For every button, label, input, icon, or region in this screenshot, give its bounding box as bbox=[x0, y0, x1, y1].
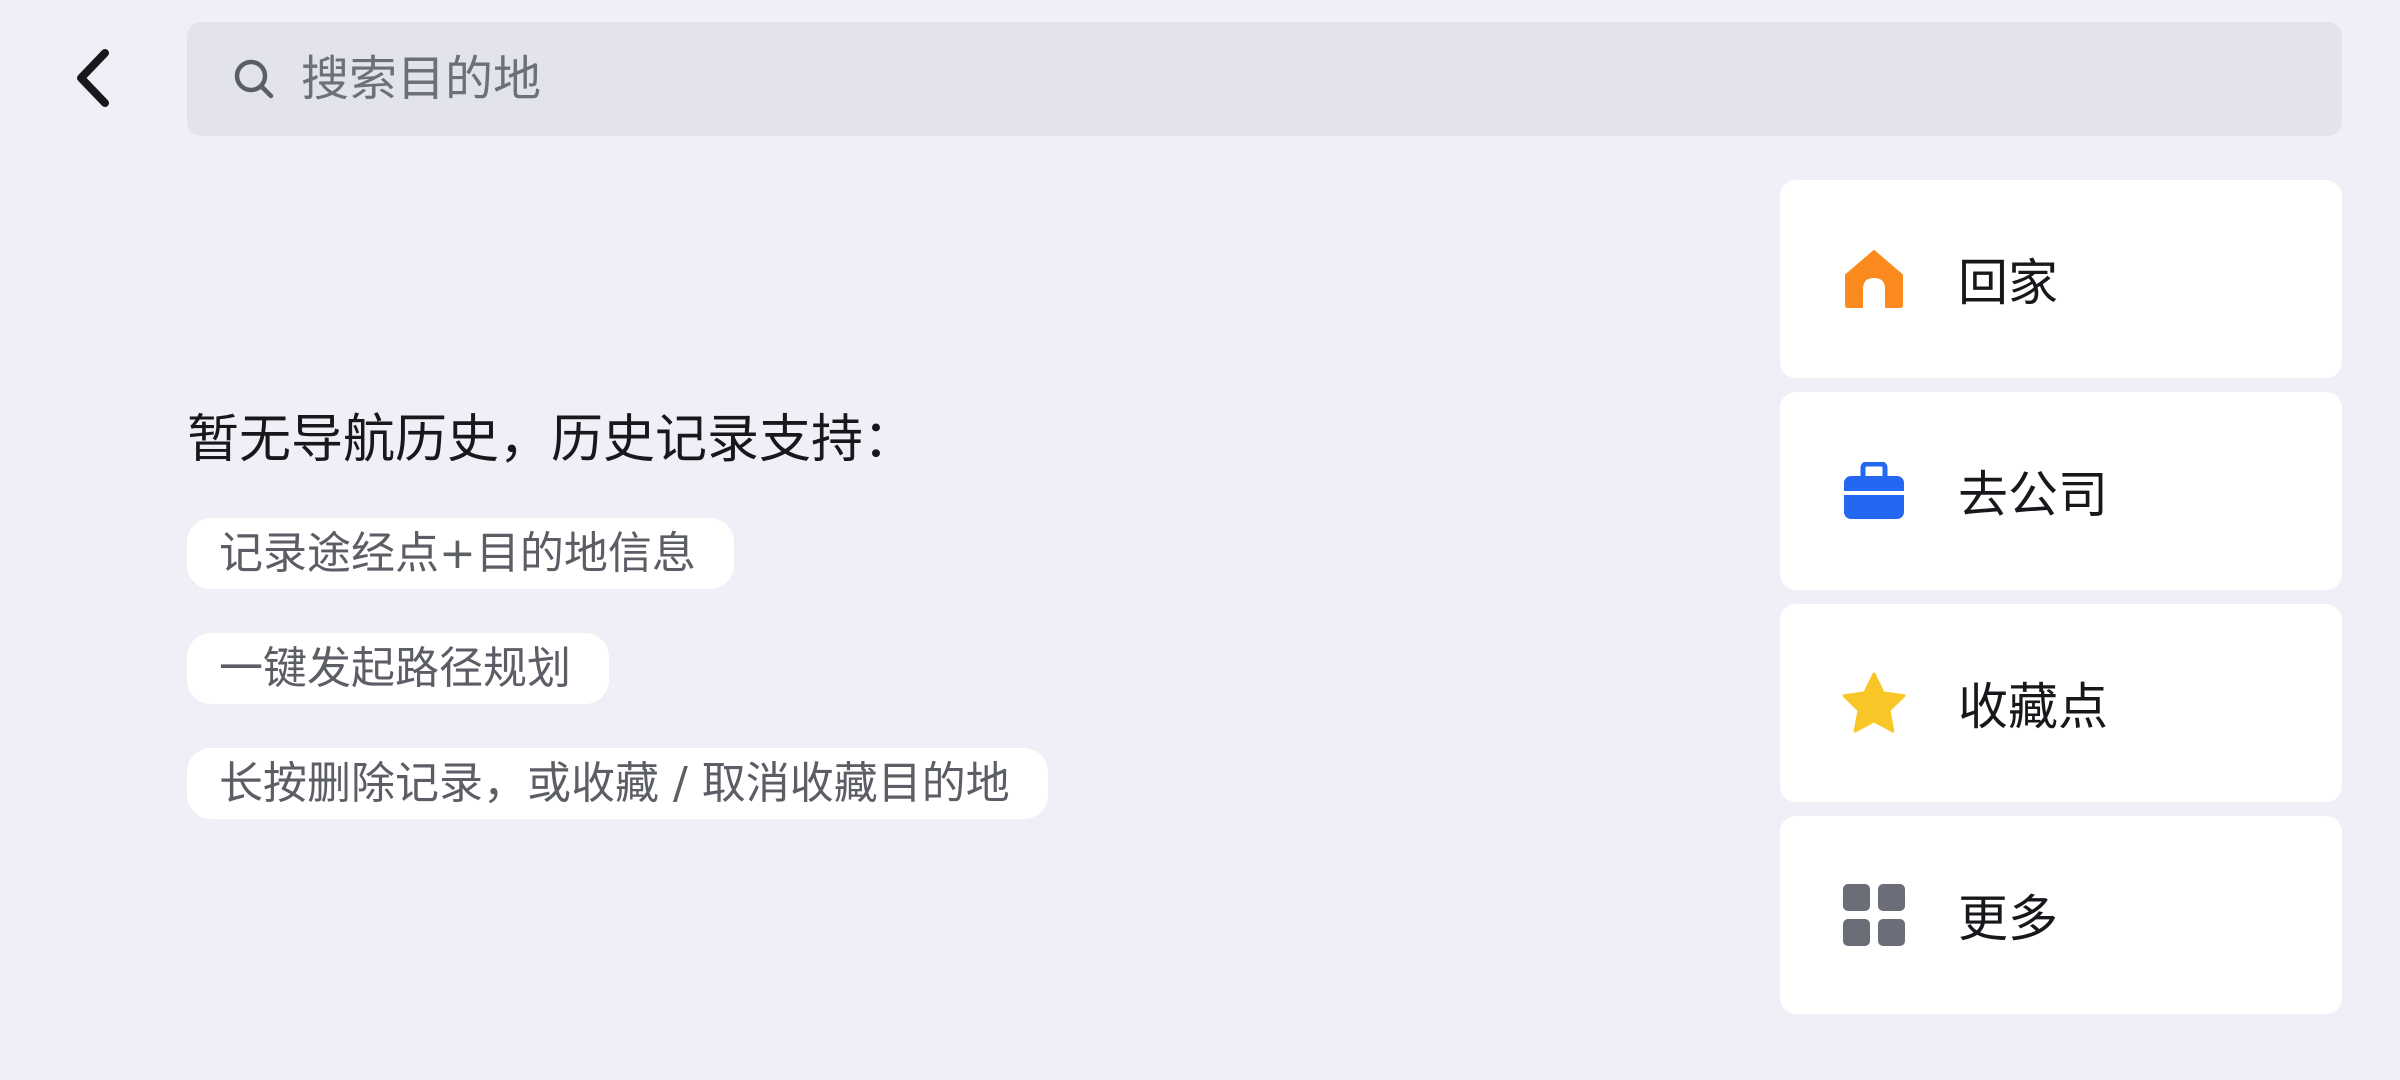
star-icon bbox=[1842, 671, 1906, 735]
go-home-label: 回家 bbox=[1958, 254, 2058, 312]
history-empty-title: 暂无导航历史，历史记录支持： bbox=[187, 410, 916, 470]
history-tip-chip: 记录途经点+目的地信息 bbox=[187, 518, 734, 589]
history-tip-list: 记录途经点+目的地信息 一键发起路径规划 长按删除记录，或收藏 / 取消收藏目的… bbox=[187, 518, 1687, 863]
go-to-work-label: 去公司 bbox=[1958, 466, 2108, 524]
search-input[interactable] bbox=[301, 39, 2201, 119]
more-label: 更多 bbox=[1958, 890, 2058, 948]
favorites-button[interactable]: 收藏点 bbox=[1780, 604, 2342, 802]
home-icon bbox=[1842, 247, 1906, 311]
navigation-search-screen: 暂无导航历史，历史记录支持： 记录途经点+目的地信息 一键发起路径规划 长按删除… bbox=[0, 0, 2400, 1080]
favorites-label: 收藏点 bbox=[1958, 678, 2108, 736]
back-button[interactable] bbox=[60, 36, 124, 120]
more-button[interactable]: 更多 bbox=[1780, 816, 2342, 1014]
go-to-work-button[interactable]: 去公司 bbox=[1780, 392, 2342, 590]
briefcase-icon bbox=[1842, 459, 1906, 523]
history-tip-chip: 一键发起路径规划 bbox=[187, 633, 609, 704]
history-empty-state: 暂无导航历史，历史记录支持： 记录途经点+目的地信息 一键发起路径规划 长按删除… bbox=[187, 400, 1687, 863]
go-home-button[interactable]: 回家 bbox=[1780, 180, 2342, 378]
search-icon bbox=[231, 56, 277, 102]
chevron-left-icon bbox=[77, 49, 109, 107]
history-tip-chip: 长按删除记录，或收藏 / 取消收藏目的地 bbox=[187, 748, 1048, 819]
quick-access-panel: 回家 去公司 收藏点 更多 bbox=[1780, 180, 2342, 1028]
search-bar[interactable] bbox=[187, 22, 2342, 136]
grid-icon bbox=[1842, 883, 1906, 947]
